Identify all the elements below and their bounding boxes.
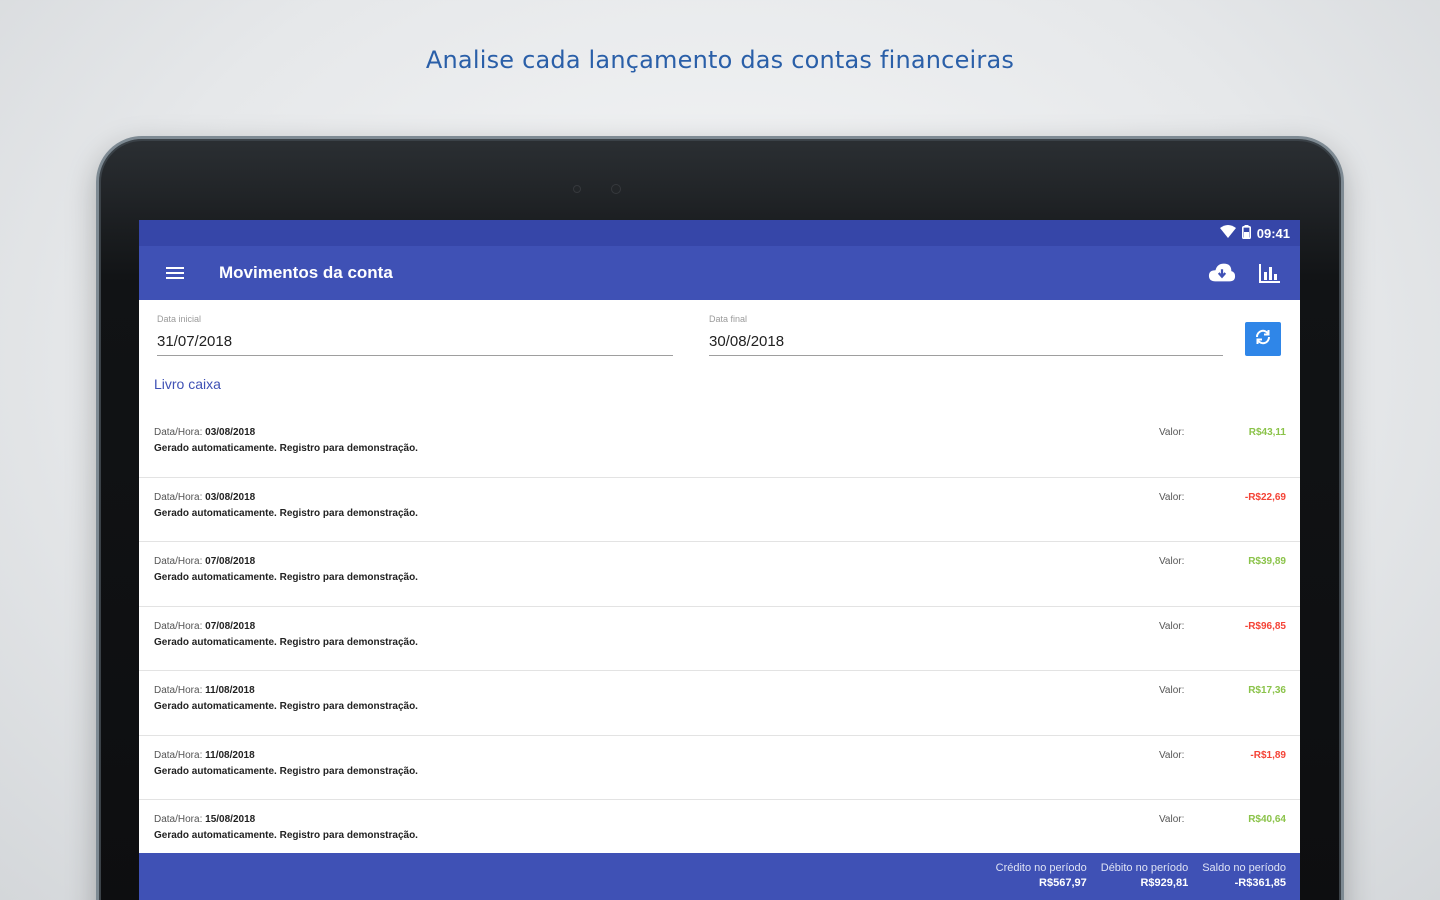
date-label: Data/Hora: — [154, 556, 203, 567]
period-totals: Crédito no período R$567,97 Débito no pe… — [139, 853, 1300, 900]
date-label: Data/Hora: — [154, 749, 203, 761]
app-bar: Movimentos da conta — [139, 246, 1300, 300]
refresh-icon — [1254, 328, 1272, 351]
date-label: Data/Hora: — [154, 685, 203, 696]
credit-label: Crédito no período — [995, 862, 1087, 874]
entry-date: Data/Hora: 07/08/2018 — [154, 621, 255, 632]
debit-value: R$929,81 — [1140, 877, 1189, 889]
section-title: Livro caixa — [154, 376, 221, 392]
balance-label: Saldo no período — [1202, 862, 1286, 874]
start-date-input[interactable]: 31/07/2018 — [157, 333, 673, 356]
entry-date: Data/Hora: 07/08/2018 — [154, 556, 255, 567]
value-label: Valor: — [1159, 491, 1185, 503]
date-value: 03/08/2018 — [205, 427, 256, 438]
list-item[interactable]: Data/Hora: 07/08/2018 Gerado automaticam… — [139, 542, 1300, 607]
entry-date: Data/Hora: 11/08/2018 — [154, 685, 255, 696]
date-value: 15/08/2018 — [205, 814, 256, 825]
value-label: Valor: — [1159, 620, 1185, 632]
date-value: 03/08/2018 — [205, 491, 256, 503]
list-item[interactable]: Data/Hora: 03/08/2018 Gerado automaticam… — [139, 478, 1300, 542]
status-bar: 09:41 — [139, 220, 1300, 246]
end-date-field[interactable]: Data final 30/08/2018 — [709, 314, 1223, 356]
date-value: 11/08/2018 — [205, 685, 255, 696]
entry-description: Gerado automaticamente. Registro para de… — [154, 443, 418, 454]
list-item[interactable]: Data/Hora: 03/08/2018 Gerado automaticam… — [139, 413, 1300, 478]
chart-icon[interactable] — [1256, 259, 1284, 287]
entry-amount: R$40,64 — [1248, 814, 1286, 825]
entry-description: Gerado automaticamente. Registro para de… — [154, 572, 418, 583]
list-item[interactable]: Data/Hora: 07/08/2018 Gerado automaticam… — [139, 607, 1300, 671]
entry-description: Gerado automaticamente. Registro para de… — [154, 701, 418, 712]
entry-description: Gerado automaticamente. Registro para de… — [154, 636, 418, 648]
credit-total: Crédito no período R$567,97 — [996, 853, 1087, 900]
debit-label: Débito no período — [1100, 862, 1189, 874]
entry-amount: -R$1,89 — [1250, 749, 1286, 761]
value-label: Valor: — [1159, 814, 1185, 825]
date-value: 07/08/2018 — [205, 620, 256, 632]
entry-amount: R$17,36 — [1248, 685, 1286, 696]
refresh-button[interactable] — [1245, 322, 1281, 356]
start-date-field[interactable]: Data inicial 31/07/2018 — [157, 314, 673, 356]
credit-value: R$567,97 — [1039, 877, 1087, 889]
entry-description: Gerado automaticamente. Registro para de… — [154, 765, 418, 777]
date-value: 11/08/2018 — [205, 749, 255, 761]
entry-description: Gerado automaticamente. Registro para de… — [154, 507, 418, 519]
front-camera — [611, 184, 621, 194]
date-label: Data/Hora: — [154, 491, 203, 503]
balance-value: -R$361,85 — [1234, 877, 1286, 889]
date-filters: Data inicial 31/07/2018 Data final 30/08… — [139, 300, 1300, 392]
value-label: Valor: — [1159, 749, 1185, 761]
menu-icon[interactable] — [161, 259, 189, 287]
status-time: 09:41 — [1256, 225, 1290, 241]
list-item[interactable]: Data/Hora: 11/08/2018 Gerado automaticam… — [139, 671, 1300, 736]
entry-date: Data/Hora: 15/08/2018 — [154, 814, 255, 825]
entry-date: Data/Hora: 03/08/2018 — [154, 427, 255, 438]
start-date-label: Data inicial — [157, 314, 202, 324]
end-date-label: Data final — [709, 314, 748, 324]
camera-sensor — [573, 185, 581, 193]
end-date-input[interactable]: 30/08/2018 — [709, 333, 1223, 356]
value-label: Valor: — [1159, 556, 1185, 567]
entry-amount: -R$22,69 — [1244, 491, 1286, 503]
entry-amount: R$43,11 — [1248, 427, 1286, 438]
battery-icon — [1241, 224, 1251, 242]
entries-list: Data/Hora: 03/08/2018 Gerado automaticam… — [139, 413, 1300, 865]
cloud-download-icon[interactable] — [1208, 259, 1236, 287]
wifi-icon — [1219, 225, 1236, 241]
list-item[interactable]: Data/Hora: 11/08/2018 Gerado automaticam… — [139, 736, 1300, 800]
date-value: 07/08/2018 — [205, 556, 256, 567]
date-label: Data/Hora: — [154, 814, 203, 825]
page-title: Movimentos da conta — [219, 263, 393, 282]
promo-caption: Analise cada lançamento das contas finan… — [425, 46, 1015, 74]
app-screen: 09:41 Movimentos da conta Data inicial 3… — [139, 220, 1300, 900]
entry-date: Data/Hora: 11/08/2018 — [154, 750, 255, 761]
entry-date: Data/Hora: 03/08/2018 — [154, 492, 255, 503]
value-label: Valor: — [1159, 427, 1185, 438]
value-label: Valor: — [1159, 685, 1185, 696]
debit-total: Débito no período R$929,81 — [1101, 853, 1188, 900]
date-label: Data/Hora: — [154, 620, 203, 632]
entry-amount: -R$96,85 — [1244, 620, 1286, 632]
date-label: Data/Hora: — [154, 427, 203, 438]
entry-amount: R$39,89 — [1248, 556, 1286, 567]
entry-description: Gerado automaticamente. Registro para de… — [154, 830, 418, 841]
balance-total: Saldo no período -R$361,85 — [1202, 853, 1286, 900]
